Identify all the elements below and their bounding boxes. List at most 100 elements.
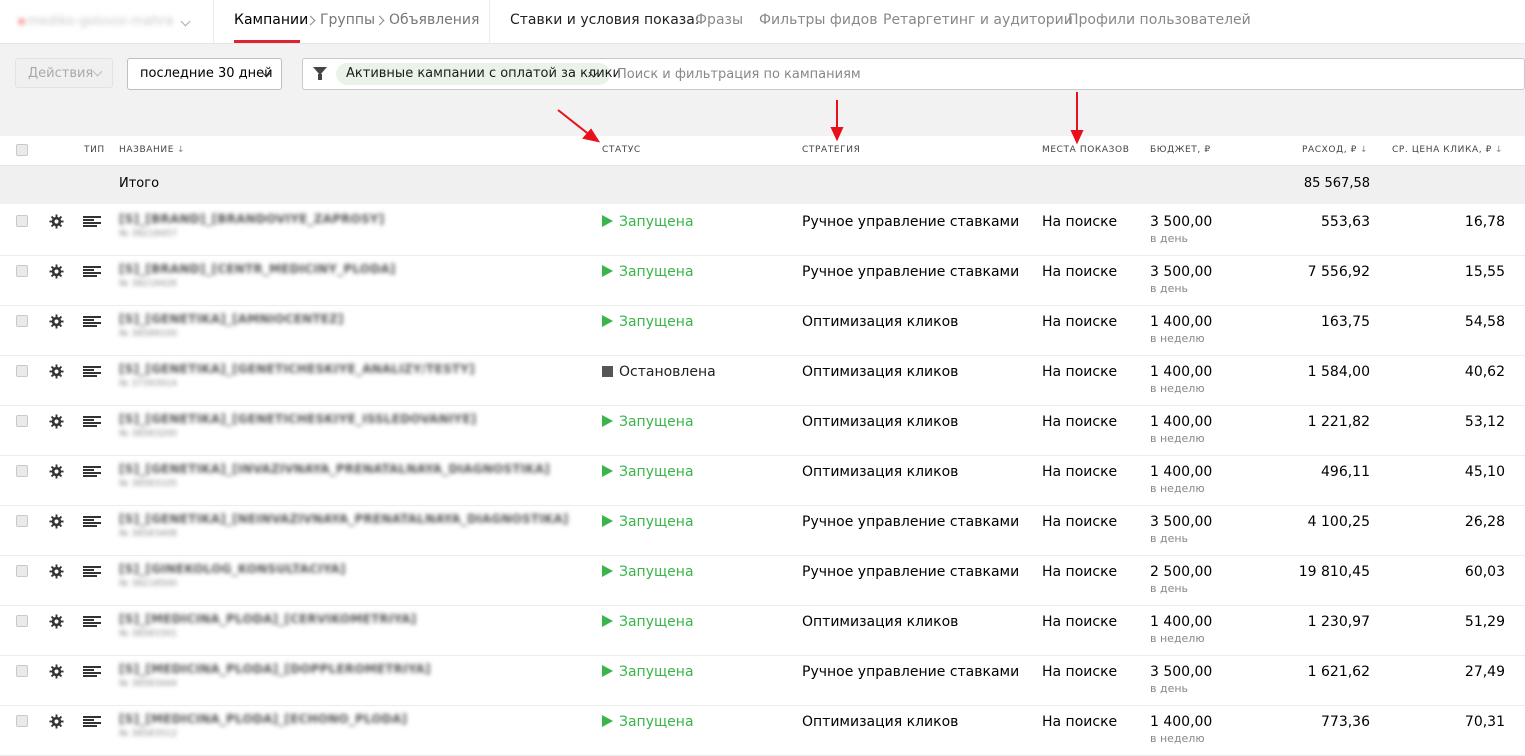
table-row[interactable]: [S]_[MEDICINA_PLODA]_[ECHONO_PLODA] № 385… bbox=[0, 706, 1525, 756]
gear-icon[interactable] bbox=[49, 564, 64, 579]
search-input[interactable] bbox=[617, 64, 1217, 84]
campaign-budget[interactable]: 1 400,00 bbox=[1150, 364, 1212, 380]
nav-link-feed-filters[interactable]: Фильтры фидов bbox=[759, 12, 877, 28]
campaign-budget[interactable]: 1 400,00 bbox=[1150, 464, 1212, 480]
nav-link-phrases[interactable]: Фразы bbox=[695, 12, 743, 28]
column-header-cpc[interactable]: ср. цена клика, ₽ ↓ bbox=[1392, 145, 1503, 155]
campaign-strategy[interactable]: Ручное управление ставками bbox=[802, 564, 1019, 580]
campaign-status[interactable]: Запущена bbox=[602, 464, 694, 480]
campaign-budget[interactable]: 1 400,00 bbox=[1150, 314, 1212, 330]
table-row[interactable]: [S]_[BRAND]_[CENTR_MEDICINY_PLODA] № 3821… bbox=[0, 256, 1525, 306]
campaign-name[interactable]: [S]_[GENETIKA]_[GENETICHESKIYE_ANALIZY/T… bbox=[119, 362, 475, 376]
campaign-name[interactable]: [S]_[GENETIKA]_[NEINVAZIVNAYA_PRENATALNA… bbox=[119, 512, 569, 526]
row-checkbox[interactable] bbox=[16, 515, 28, 527]
row-checkbox[interactable] bbox=[16, 465, 28, 477]
gear-icon[interactable] bbox=[49, 364, 64, 379]
campaign-budget[interactable]: 1 400,00 bbox=[1150, 414, 1212, 430]
gear-icon[interactable] bbox=[49, 214, 64, 229]
campaign-strategy[interactable]: Ручное управление ставками bbox=[802, 514, 1019, 530]
campaign-filter-bar[interactable]: Активные кампании с оплатой за клики bbox=[302, 58, 1525, 90]
gear-icon[interactable] bbox=[49, 264, 64, 279]
gear-icon[interactable] bbox=[49, 414, 64, 429]
row-checkbox[interactable] bbox=[16, 215, 28, 227]
row-checkbox[interactable] bbox=[16, 565, 28, 577]
campaign-name[interactable]: [S]_[MEDICINA_PLODA]_[DOPPLEROMETRIYA] bbox=[119, 662, 431, 676]
nav-link-retargeting[interactable]: Ретаргетинг и аудитории bbox=[883, 12, 1073, 28]
campaign-strategy[interactable]: Ручное управление ставками bbox=[802, 664, 1019, 680]
column-header-spend[interactable]: расход, ₽ ↓ bbox=[1302, 145, 1368, 155]
row-checkbox[interactable] bbox=[16, 365, 28, 377]
campaign-status[interactable]: Запущена bbox=[602, 614, 694, 630]
gear-icon[interactable] bbox=[49, 514, 64, 529]
column-header-strategy[interactable]: стратегия bbox=[802, 145, 860, 155]
table-row[interactable]: [S]_[GENETIKA]_[NEINVAZIVNAYA_PRENATALNA… bbox=[0, 506, 1525, 556]
campaign-strategy[interactable]: Оптимизация кликов bbox=[802, 364, 958, 380]
campaign-budget[interactable]: 2 500,00 bbox=[1150, 564, 1212, 580]
period-selector[interactable]: последние 30 дней bbox=[127, 58, 282, 90]
table-row[interactable]: [S]_[MEDICINA_PLODA]_[DOPPLEROMETRIYA] № … bbox=[0, 656, 1525, 706]
campaign-budget[interactable]: 3 500,00 bbox=[1150, 664, 1212, 680]
column-header-places[interactable]: места показов bbox=[1042, 145, 1129, 155]
row-checkbox[interactable] bbox=[16, 715, 28, 727]
table-row[interactable]: [S]_[MEDICINA_PLODA]_[CERVIKOMETRIYA] № 3… bbox=[0, 606, 1525, 656]
campaign-budget[interactable]: 3 500,00 bbox=[1150, 214, 1212, 230]
campaign-name[interactable]: [S]_[BRAND]_[BRANDOVIYE_ZAPROSY] bbox=[119, 212, 384, 226]
campaign-name[interactable]: [S]_[MEDICINA_PLODA]_[CERVIKOMETRIYA] bbox=[119, 612, 416, 626]
campaign-strategy[interactable]: Оптимизация кликов bbox=[802, 614, 958, 630]
column-header-name[interactable]: название ↓ bbox=[119, 145, 185, 155]
gear-icon[interactable] bbox=[49, 714, 64, 729]
breadcrumb-groups[interactable]: Группы bbox=[320, 12, 375, 28]
campaign-status[interactable]: Запущена bbox=[602, 414, 694, 430]
campaign-strategy[interactable]: Оптимизация кликов bbox=[802, 414, 958, 430]
table-row[interactable]: [S]_[GINEKOLOG_KONSULTACIYA] № 38218500 За… bbox=[0, 556, 1525, 606]
table-row[interactable]: [S]_[GENETIKA]_[GENETICHESKIYE_ISSLEDOVA… bbox=[0, 406, 1525, 456]
campaign-status[interactable]: Запущена bbox=[602, 214, 694, 230]
column-header-budget[interactable]: бюджет, ₽ bbox=[1150, 145, 1211, 155]
campaign-name[interactable]: [S]_[MEDICINA_PLODA]_[ECHONO_PLODA] bbox=[119, 712, 407, 726]
account-switcher[interactable]: mediko-golovoi-mahra bbox=[18, 11, 191, 33]
table-row[interactable]: [S]_[GENETIKA]_[GENETICHESKIYE_ANALIZY/T… bbox=[0, 356, 1525, 406]
campaign-budget[interactable]: 3 500,00 bbox=[1150, 264, 1212, 280]
campaign-name[interactable]: [S]_[GENETIKA]_[INVAZIVNAYA_PRENATALNAYA… bbox=[119, 462, 550, 476]
campaign-strategy[interactable]: Оптимизация кликов bbox=[802, 314, 958, 330]
table-row[interactable]: [S]_[GENETIKA]_[INVAZIVNAYA_PRENATALNAYA… bbox=[0, 456, 1525, 506]
select-all-checkbox[interactable] bbox=[16, 144, 28, 156]
breadcrumb-campaigns[interactable]: Кампании bbox=[234, 12, 308, 28]
campaign-name[interactable]: [S]_[GENETIKA]_[AMNIOCENTEZ] bbox=[119, 312, 344, 326]
budget-period: в неделю bbox=[1150, 482, 1205, 495]
campaign-status[interactable]: Запущена bbox=[602, 664, 694, 680]
campaign-status[interactable]: Запущена bbox=[602, 714, 694, 730]
row-checkbox[interactable] bbox=[16, 415, 28, 427]
gear-icon[interactable] bbox=[49, 314, 64, 329]
funnel-icon[interactable] bbox=[313, 67, 327, 80]
campaign-status[interactable]: Запущена bbox=[602, 514, 694, 530]
campaign-name[interactable]: [S]_[BRAND]_[CENTR_MEDICINY_PLODA] bbox=[119, 262, 396, 276]
campaign-name[interactable]: [S]_[GINEKOLOG_KONSULTACIYA] bbox=[119, 562, 346, 576]
campaign-strategy[interactable]: Оптимизация кликов bbox=[802, 714, 958, 730]
filter-chip[interactable]: Активные кампании с оплатой за клики bbox=[336, 63, 621, 85]
table-row[interactable]: [S]_[BRAND]_[BRANDOVIYE_ZAPROSY] № 382184… bbox=[0, 206, 1525, 256]
nav-link-user-profiles[interactable]: Профили пользователей bbox=[1068, 12, 1251, 28]
breadcrumb-ads[interactable]: Объявления bbox=[389, 12, 479, 28]
campaign-budget[interactable]: 3 500,00 bbox=[1150, 514, 1212, 530]
actions-dropdown[interactable]: Действия bbox=[15, 58, 113, 88]
column-header-status[interactable]: статус bbox=[602, 145, 641, 155]
campaign-status[interactable]: Остановлена bbox=[602, 364, 716, 380]
row-checkbox[interactable] bbox=[16, 615, 28, 627]
gear-icon[interactable] bbox=[49, 464, 64, 479]
campaign-budget[interactable]: 1 400,00 bbox=[1150, 614, 1212, 630]
campaign-name[interactable]: [S]_[GENETIKA]_[GENETICHESKIYE_ISSLEDOVA… bbox=[119, 412, 476, 426]
table-row[interactable]: [S]_[GENETIKA]_[AMNIOCENTEZ] № 38589100 За… bbox=[0, 306, 1525, 356]
row-checkbox[interactable] bbox=[16, 665, 28, 677]
campaign-status[interactable]: Запущена bbox=[602, 264, 694, 280]
campaign-status[interactable]: Запущена bbox=[602, 314, 694, 330]
row-checkbox[interactable] bbox=[16, 315, 28, 327]
campaign-strategy[interactable]: Оптимизация кликов bbox=[802, 464, 958, 480]
campaign-budget[interactable]: 1 400,00 bbox=[1150, 714, 1212, 730]
row-checkbox[interactable] bbox=[16, 265, 28, 277]
campaign-status[interactable]: Запущена bbox=[602, 564, 694, 580]
campaign-strategy[interactable]: Ручное управление ставками bbox=[802, 264, 1019, 280]
gear-icon[interactable] bbox=[49, 664, 64, 679]
gear-icon[interactable] bbox=[49, 614, 64, 629]
campaign-strategy[interactable]: Ручное управление ставками bbox=[802, 214, 1019, 230]
